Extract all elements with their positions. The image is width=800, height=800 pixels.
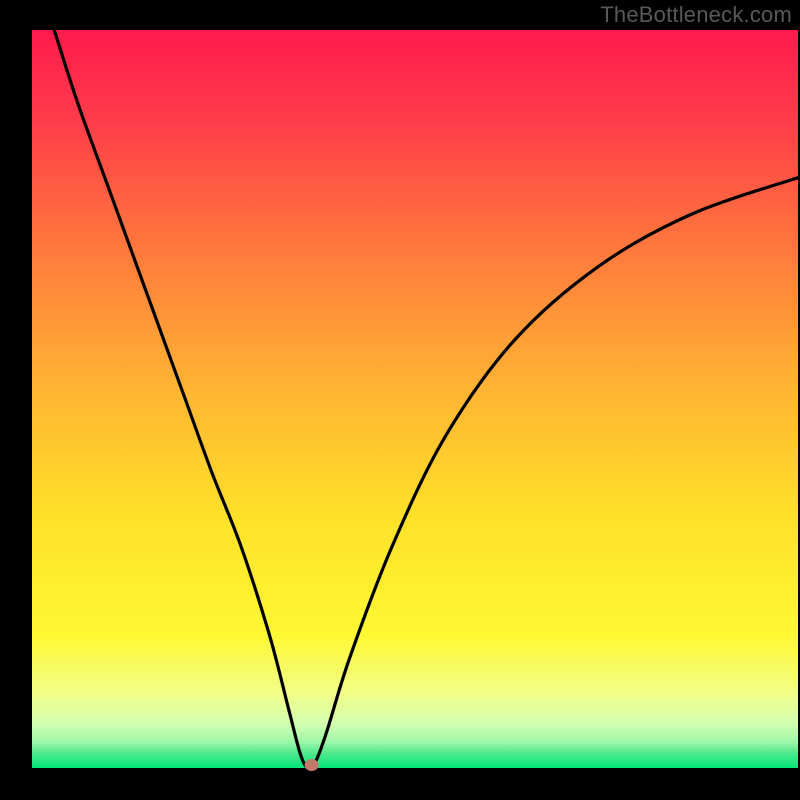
plot-background: [32, 30, 798, 768]
minimum-marker: [305, 759, 319, 771]
chart-svg: [0, 0, 800, 800]
chart-frame: { "watermark": "TheBottleneck.com", "cha…: [0, 0, 800, 800]
watermark-text: TheBottleneck.com: [600, 2, 792, 28]
